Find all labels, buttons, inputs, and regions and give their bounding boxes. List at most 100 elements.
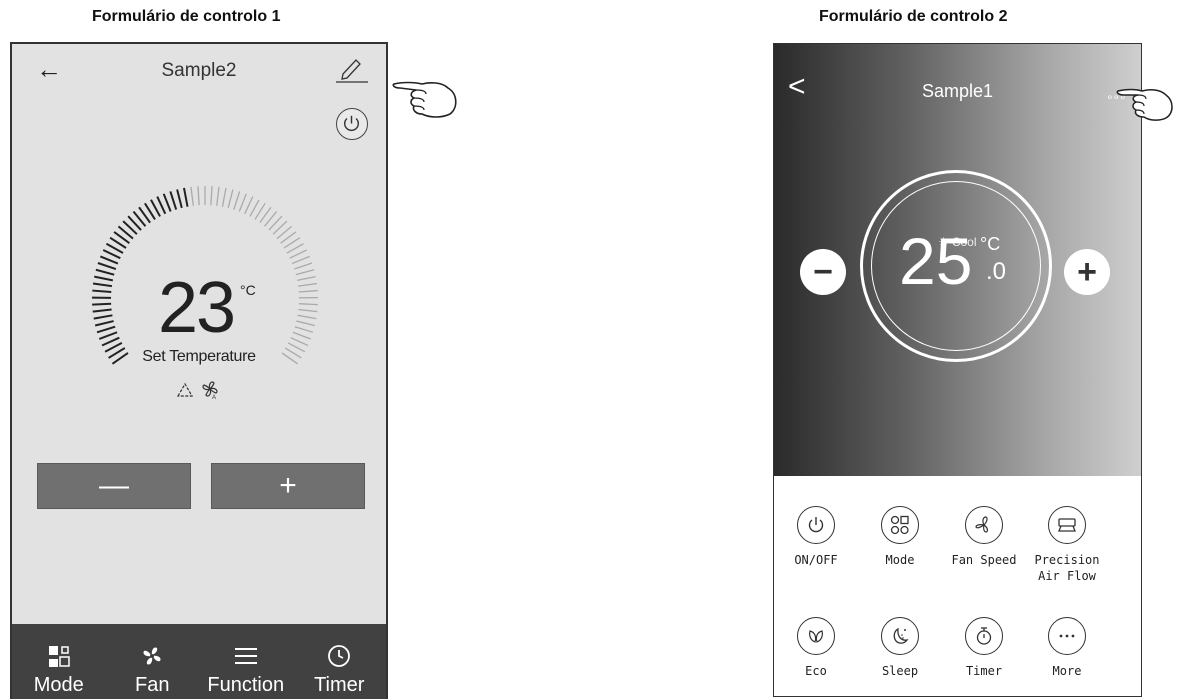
nav-item-fan[interactable]: Fan xyxy=(106,624,200,699)
mode-icon xyxy=(890,515,909,535)
dial-tick xyxy=(292,331,311,340)
dial-tick xyxy=(101,336,120,347)
dial-tick xyxy=(221,187,227,207)
temperature-decimal: .0 xyxy=(986,258,1007,285)
fan-auto-icon: A xyxy=(202,381,218,401)
pencil-edit-icon[interactable] xyxy=(334,54,370,84)
control-label: Eco xyxy=(805,664,827,678)
dial-tick xyxy=(183,187,189,207)
air-flow-icon xyxy=(1058,518,1076,532)
dial-tick xyxy=(216,186,220,206)
dial-tick xyxy=(297,275,316,282)
dial-tick xyxy=(296,320,315,327)
dial-tick xyxy=(197,186,200,206)
control-eco[interactable]: Eco xyxy=(776,617,856,679)
clock-icon xyxy=(328,645,351,667)
control-on-off[interactable]: ON/OFF xyxy=(776,506,856,568)
control-fan-speed[interactable]: Fan Speed xyxy=(944,506,1024,568)
temperature-value: 23 xyxy=(158,268,236,348)
dial-tick xyxy=(238,193,247,212)
on-off-button[interactable] xyxy=(797,506,835,544)
dial-tick xyxy=(169,191,178,210)
dial-tick xyxy=(98,331,118,340)
dial-tick xyxy=(210,186,213,206)
control-label: Timer xyxy=(965,664,1003,678)
svg-text:A: A xyxy=(212,395,216,401)
dial-tick xyxy=(95,268,115,276)
temperature-unit: °C xyxy=(980,234,1001,254)
dial-tick xyxy=(244,196,254,215)
dial-tick xyxy=(298,282,318,287)
increase-temperature-button[interactable]: + xyxy=(211,463,365,509)
decrease-temperature-button[interactable]: − xyxy=(800,249,846,295)
device-title: Sample1 xyxy=(921,81,994,101)
temperature-value: 25 xyxy=(899,224,973,298)
leaf-icon xyxy=(809,630,823,643)
dial-tick xyxy=(289,249,308,259)
menu-lines-icon xyxy=(234,648,257,664)
control-precision-air-flow[interactable]: Precision Air Flow xyxy=(1027,506,1107,584)
timer-button[interactable] xyxy=(965,617,1003,655)
device-title: Sample2 xyxy=(161,60,237,81)
form1-caption: Formulário de controlo 1 xyxy=(92,8,281,25)
control-more[interactable]: More xyxy=(1027,617,1107,679)
nav-item-timer[interactable]: Timer xyxy=(293,624,387,699)
nav-label-mode: Mode xyxy=(33,674,84,696)
dial-tick xyxy=(96,325,116,334)
control-label: Sleep xyxy=(881,664,919,678)
nav-item-function[interactable]: Function xyxy=(199,624,293,699)
nav-item-mode[interactable]: Mode xyxy=(12,624,106,699)
stopwatch-icon xyxy=(976,627,992,645)
dial-tick xyxy=(190,186,194,206)
dial-tick xyxy=(162,193,172,212)
form2-caption: Formulário de controlo 2 xyxy=(819,8,1008,25)
more-button[interactable] xyxy=(1048,617,1086,655)
dial-tick xyxy=(233,191,241,210)
power-button[interactable] xyxy=(336,108,368,140)
eco-button[interactable] xyxy=(797,617,835,655)
dial-tick xyxy=(298,303,318,306)
increase-temperature-button[interactable]: + xyxy=(1064,249,1110,295)
set-temperature-label: Set Temperature xyxy=(142,348,256,365)
dial-tick xyxy=(293,262,313,270)
control-form-1: ← Sample2 23 °C Set Temperature A — + Mo… xyxy=(10,42,388,699)
control-form-2: < Sample1 ∘∘∘ ✳ Cool 25 °C .0 − + ON/OFF xyxy=(773,43,1142,697)
control-mode[interactable]: Mode xyxy=(860,506,940,568)
dial-tick xyxy=(97,262,117,271)
sleep-button[interactable] xyxy=(881,617,919,655)
control-label: Mode xyxy=(885,553,915,567)
dial-tick xyxy=(93,314,113,320)
dial-tick xyxy=(94,320,114,327)
dial-tick xyxy=(92,289,112,293)
fan-icon xyxy=(143,647,161,665)
moon-icon xyxy=(893,627,909,644)
power-icon xyxy=(343,115,360,132)
mode-button[interactable] xyxy=(881,506,919,544)
decrease-temperature-button[interactable]: — xyxy=(37,463,191,509)
dial-tick xyxy=(156,196,167,215)
auto-mode-icon xyxy=(176,382,194,397)
dial-tick xyxy=(92,302,112,306)
nav-label-timer: Timer xyxy=(314,674,365,696)
dial-tick xyxy=(94,275,114,282)
control-label: Fan Speed xyxy=(951,553,1017,567)
control-label: More xyxy=(1052,664,1082,678)
mode-grid-icon xyxy=(48,646,70,667)
mode-fan-status-icons: A xyxy=(176,381,218,401)
nav-label-function: Function xyxy=(207,674,285,696)
dial-tick xyxy=(291,255,310,265)
dial-tick xyxy=(176,189,183,209)
dial-tick xyxy=(298,289,318,293)
dial-tick xyxy=(298,308,318,313)
dial-tick xyxy=(290,337,309,347)
fan-speed-button[interactable] xyxy=(965,506,1003,544)
control-label: ON/OFF xyxy=(794,553,838,567)
power-icon xyxy=(808,517,824,533)
control-sleep[interactable]: Sleep xyxy=(860,617,940,679)
dial-tick xyxy=(92,282,113,288)
nav-label-fan: Fan xyxy=(135,674,170,696)
precision-air-flow-button[interactable] xyxy=(1048,506,1086,544)
control-timer[interactable]: Timer xyxy=(944,617,1024,679)
temperature-panel: < Sample1 ∘∘∘ ✳ Cool 25 °C .0 − + xyxy=(774,44,1141,476)
temperature-unit: °C xyxy=(240,282,256,298)
